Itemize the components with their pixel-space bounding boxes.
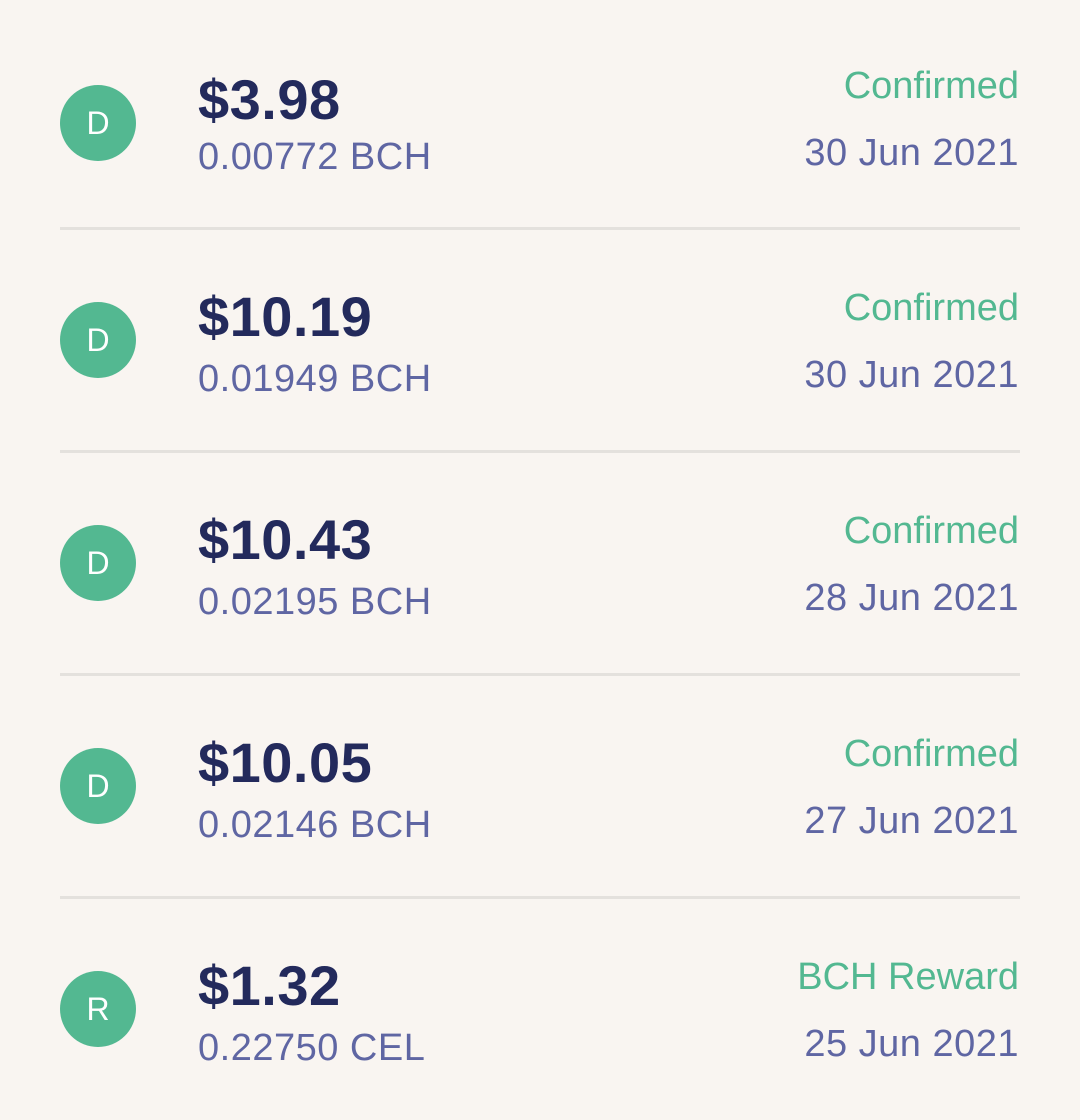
transaction-status: Confirmed xyxy=(843,287,1019,329)
transaction-date: 30 Jun 2021 xyxy=(804,132,1019,174)
crypto-amount: 0.01949 BCH xyxy=(198,358,432,400)
transaction-date: 30 Jun 2021 xyxy=(804,354,1019,396)
fiat-amount: $3.98 xyxy=(198,68,341,131)
crypto-amount: 0.02195 BCH xyxy=(198,581,432,623)
transaction-type-avatar: D xyxy=(60,302,136,378)
crypto-amount: 0.02146 BCH xyxy=(198,804,432,846)
transaction-type-avatar: D xyxy=(60,748,136,824)
transaction-row[interactable]: D $3.98 0.00772 BCH Confirmed 30 Jun 202… xyxy=(0,5,1080,228)
transaction-date: 27 Jun 2021 xyxy=(804,800,1019,842)
transaction-list: D $3.98 0.00772 BCH Confirmed 30 Jun 202… xyxy=(0,0,1080,1111)
transaction-status: BCH Reward xyxy=(797,956,1019,998)
transaction-row[interactable]: D $10.05 0.02146 BCH Confirmed 27 Jun 20… xyxy=(0,674,1080,897)
transaction-row[interactable]: D $10.43 0.02195 BCH Confirmed 28 Jun 20… xyxy=(0,451,1080,674)
transaction-type-avatar: R xyxy=(60,971,136,1047)
transaction-status: Confirmed xyxy=(843,65,1019,107)
fiat-amount: $10.19 xyxy=(198,285,373,348)
crypto-amount: 0.00772 BCH xyxy=(198,136,432,178)
transaction-type-avatar: D xyxy=(60,525,136,601)
transaction-status: Confirmed xyxy=(843,510,1019,552)
transaction-row[interactable]: R $1.32 0.22750 CEL BCH Reward 25 Jun 20… xyxy=(0,897,1080,1120)
transaction-status: Confirmed xyxy=(843,733,1019,775)
fiat-amount: $1.32 xyxy=(198,954,341,1017)
fiat-amount: $10.05 xyxy=(198,731,373,794)
fiat-amount: $10.43 xyxy=(198,508,373,571)
transaction-row[interactable]: D $10.19 0.01949 BCH Confirmed 30 Jun 20… xyxy=(0,228,1080,451)
transaction-date: 25 Jun 2021 xyxy=(804,1023,1019,1065)
crypto-amount: 0.22750 CEL xyxy=(198,1027,426,1069)
transaction-date: 28 Jun 2021 xyxy=(804,577,1019,619)
transaction-type-avatar: D xyxy=(60,85,136,161)
